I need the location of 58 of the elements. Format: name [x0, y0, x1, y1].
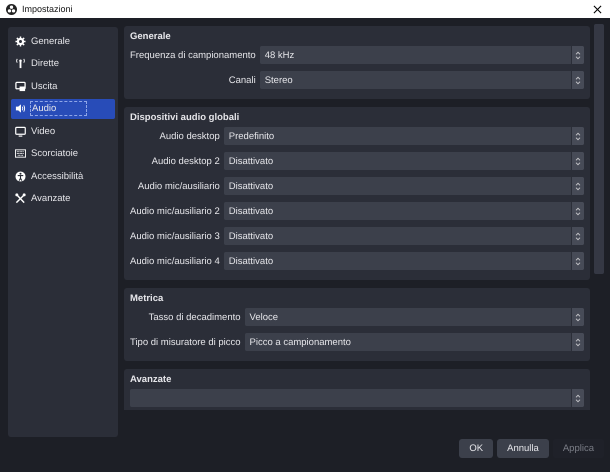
sidebar-icon: [15, 80, 26, 92]
sidebar-icon: [15, 126, 26, 137]
section-title: Generale: [130, 31, 172, 42]
spinner-arrows-icon: [571, 177, 584, 195]
dropdown-field[interactable]: Disattivato: [224, 177, 584, 195]
spinner-arrows-icon: [571, 202, 584, 220]
sidebar-icon: [15, 148, 26, 160]
sidebar-icon: [15, 58, 26, 70]
sidebar-item[interactable]: Dirette: [11, 54, 115, 74]
sidebar-item[interactable]: Generale: [11, 31, 115, 52]
sidebar-item[interactable]: Avanzate: [11, 188, 115, 209]
sidebar-icon: [15, 103, 26, 114]
spinner-arrows-icon: [571, 308, 584, 326]
field-label: Tipo di misuratore di picco: [130, 336, 241, 348]
sidebar-icon: [15, 36, 26, 47]
close-icon[interactable]: [593, 4, 602, 14]
field-label: Canali: [228, 74, 256, 86]
spinner-arrows-icon: [571, 252, 584, 270]
spinner-arrows-icon: [571, 71, 584, 89]
sidebar-item[interactable]: Uscita: [11, 76, 115, 96]
dropdown-field[interactable]: Picco a campionamento: [244, 333, 584, 351]
dropdown-field[interactable]: [130, 389, 584, 407]
field-label: Audio mic/ausiliario 3: [130, 230, 220, 242]
dialog-button[interactable]: Annulla: [497, 438, 549, 458]
window-title: Impostazioni: [22, 4, 74, 14]
dropdown-field[interactable]: Predefinito: [224, 127, 584, 145]
spinner-arrows-icon: [571, 152, 584, 170]
spinner-arrows-icon: [571, 389, 584, 407]
sidebar-icon: [15, 170, 26, 182]
field-label: Audio mic/ausiliario 2: [130, 206, 220, 216]
dropdown-field[interactable]: Disattivato: [224, 152, 584, 170]
sidebar-item[interactable]: Video: [11, 121, 115, 142]
section-title: Avanzate: [130, 374, 172, 385]
field-label: Audio mic/ausiliario: [136, 180, 220, 192]
sidebar-item[interactable]: Scorciatoie: [11, 144, 115, 164]
scrollbar-thumb[interactable]: [594, 24, 604, 274]
spinner-arrows-icon: [571, 127, 584, 145]
field-label: Tasso di decadimento: [148, 312, 241, 322]
section-title: Dispositivi audio globali: [130, 112, 240, 123]
sidebar-icon: [15, 193, 26, 204]
app-logo-icon: [6, 4, 17, 14]
dropdown-field[interactable]: 48 kHz: [260, 46, 584, 64]
section-title: Metrica: [130, 293, 164, 304]
field-label: Audio desktop: [158, 130, 220, 142]
spinner-arrows-icon: [571, 46, 584, 64]
sidebar-item[interactable]: Audio: [11, 98, 115, 119]
spinner-arrows-icon: [571, 333, 584, 351]
spinner-arrows-icon: [571, 227, 584, 245]
dropdown-field[interactable]: Veloce: [244, 308, 584, 326]
dropdown-field[interactable]: Disattivato: [224, 252, 584, 270]
sidebar-item[interactable]: Accessibilità: [11, 166, 115, 186]
dropdown-field[interactable]: Disattivato: [224, 202, 584, 220]
dropdown-field[interactable]: Disattivato: [224, 227, 584, 245]
field-label: Audio desktop 2: [150, 156, 220, 166]
field-label: Frequenza di campionamento: [130, 50, 256, 60]
field-label: Audio mic/ausiliario 4: [130, 256, 220, 266]
dialog-button[interactable]: OK: [459, 438, 494, 458]
dropdown-field[interactable]: Stereo: [260, 71, 584, 89]
